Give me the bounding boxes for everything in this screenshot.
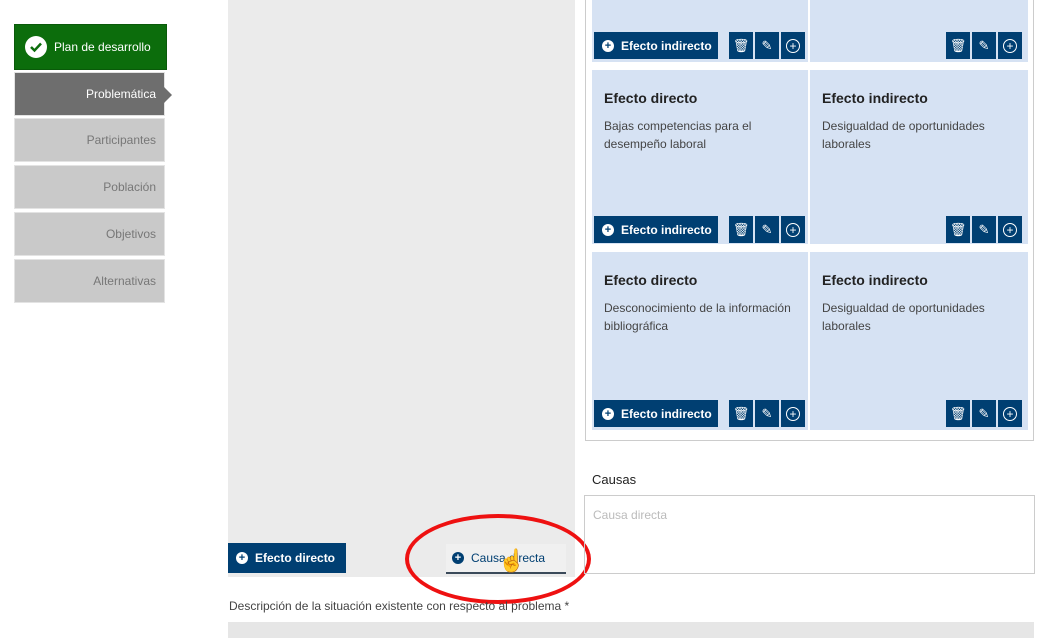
plus-circle-icon[interactable]: + xyxy=(781,400,805,427)
card-title: Efecto directo xyxy=(604,272,698,288)
description-textarea[interactable] xyxy=(228,622,1034,638)
plus-circle-icon[interactable]: + xyxy=(781,216,805,243)
sidebar-item-label: Alternativas xyxy=(93,274,156,288)
pencil-icon[interactable]: ✎ xyxy=(755,216,779,243)
hand-cursor-icon: ☝ xyxy=(498,548,526,573)
active-indicator xyxy=(164,87,172,103)
add-efecto-directo-button[interactable]: + Efecto directo xyxy=(228,543,346,573)
sidebar-item-poblacion[interactable]: Población xyxy=(14,165,165,209)
plus-circle-icon[interactable]: + xyxy=(998,216,1022,243)
plus-icon: + xyxy=(602,223,614,236)
causas-heading: Causas xyxy=(592,472,637,487)
pencil-icon[interactable]: ✎ xyxy=(755,400,779,427)
add-efecto-indirecto-button[interactable]: + Efecto indirecto xyxy=(594,216,718,243)
sidebar-item-objetivos[interactable]: Objetivos xyxy=(14,212,165,256)
button-label: Efecto indirecto xyxy=(621,222,712,237)
card-description: Desconocimiento de la información biblio… xyxy=(604,301,791,333)
plus-icon: + xyxy=(602,39,614,52)
button-label: Efecto directo xyxy=(255,551,336,565)
sidebar-item-alternativas[interactable]: Alternativas xyxy=(14,259,165,303)
card-description: Desigualdad de oportunidades laborales xyxy=(822,301,985,333)
causas-dropzone[interactable]: Causa directa xyxy=(584,495,1035,574)
pencil-icon[interactable]: ✎ xyxy=(972,400,996,427)
trash-icon[interactable]: 🗑 xyxy=(729,216,753,243)
add-efecto-indirecto-button[interactable]: + Efecto indirecto xyxy=(594,32,718,59)
effects-grid: Efecto directo Bajas competencias para e… xyxy=(585,0,1034,441)
trash-icon[interactable]: 🗑 xyxy=(946,400,970,427)
trash-icon[interactable]: 🗑 xyxy=(729,400,753,427)
card-title: Efecto directo xyxy=(604,90,698,106)
pencil-icon[interactable]: ✎ xyxy=(972,216,996,243)
card-title: Efecto indirecto xyxy=(822,90,928,106)
sidebar-plan-label: Plan de desarrollo xyxy=(54,40,151,54)
pencil-icon[interactable]: ✎ xyxy=(972,32,996,59)
sidebar-plan-de-desarrollo[interactable]: Plan de desarrollo xyxy=(14,24,167,70)
trash-icon[interactable]: 🗑 xyxy=(729,32,753,59)
description-label: Descripción de la situación existente co… xyxy=(229,599,570,613)
plus-icon: + xyxy=(602,407,614,420)
plus-circle-icon[interactable]: + xyxy=(998,400,1022,427)
sidebar-item-label: Participantes xyxy=(86,133,156,147)
plus-icon: + xyxy=(236,552,248,564)
button-label: Efecto indirecto xyxy=(621,38,712,53)
sidebar-item-label: Población xyxy=(103,180,156,194)
trash-icon[interactable]: 🗑 xyxy=(946,216,970,243)
sidebar-item-label: Objetivos xyxy=(105,227,156,241)
sidebar-item-problematica[interactable]: Problemática xyxy=(14,72,172,116)
plus-circle-icon[interactable]: + xyxy=(781,32,805,59)
pencil-icon[interactable]: ✎ xyxy=(755,32,779,59)
trash-icon[interactable]: 🗑 xyxy=(946,32,970,59)
sidebar-item-label: Problemática xyxy=(85,87,156,101)
causa-placeholder: Causa directa xyxy=(593,508,668,522)
add-efecto-indirecto-button[interactable]: + Efecto indirecto xyxy=(594,400,718,427)
plus-circle-icon[interactable]: + xyxy=(998,32,1022,59)
button-label: Efecto indirecto xyxy=(621,406,712,421)
effect-column xyxy=(228,0,575,577)
card-title: Efecto indirecto xyxy=(822,272,928,288)
check-icon xyxy=(25,36,47,58)
card-description: Bajas competencias para el desempeño lab… xyxy=(604,119,752,151)
card-description: Desigualdad de oportunidades laborales xyxy=(822,119,985,151)
sidebar-item-participantes[interactable]: Participantes xyxy=(14,118,165,162)
